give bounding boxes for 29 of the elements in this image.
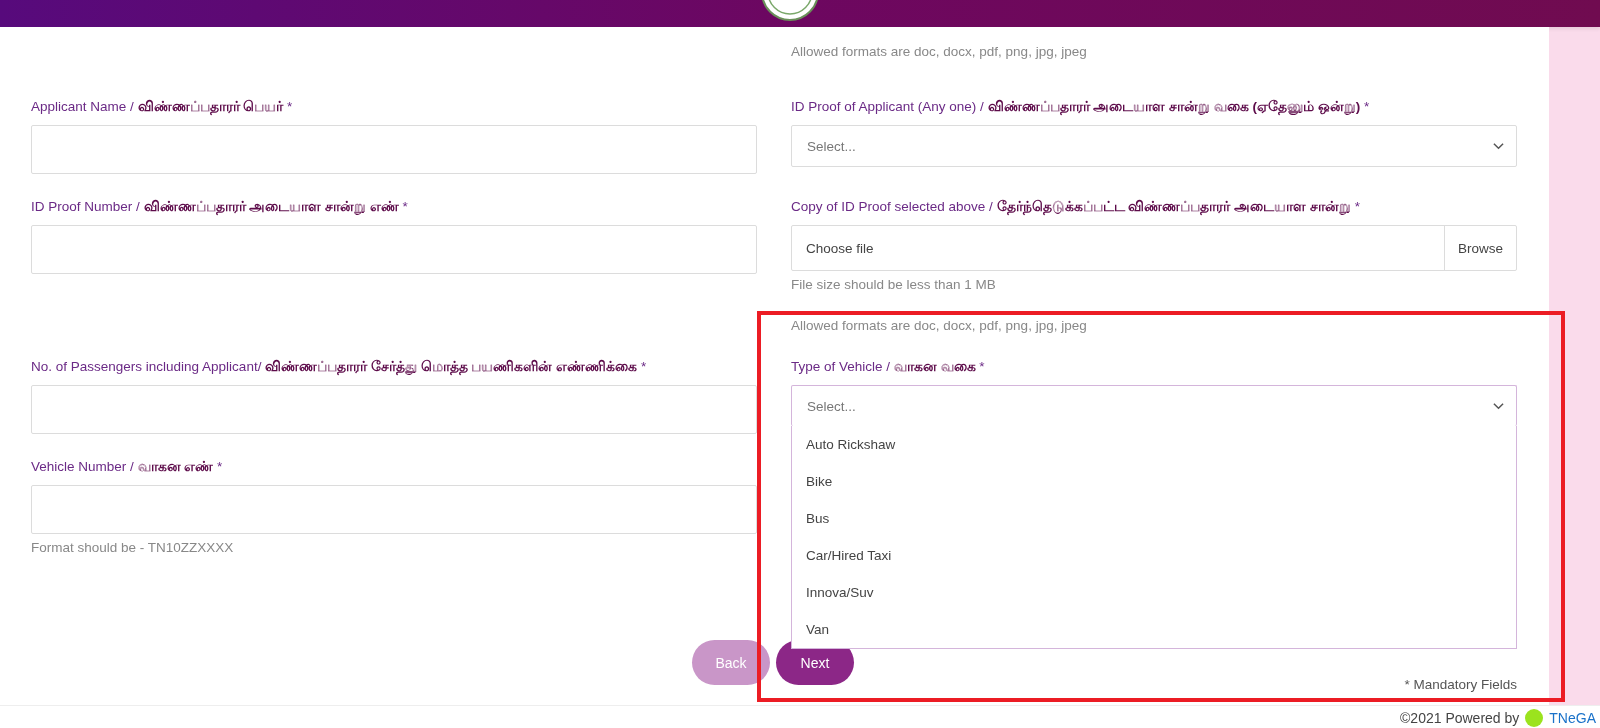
hint-text: Format should be - TN10ZZXXXX <box>31 540 235 556</box>
dropdown-option[interactable]: Bus <box>792 500 1516 537</box>
select-field[interactable]: Select... <box>791 125 1517 167</box>
format-hint: Allowed formats are doc, docx, pdf, png, jpg, jpeg <box>791 44 1088 60</box>
dropdown-option[interactable]: Car/Hired Taxi <box>792 537 1516 574</box>
copyright-text: ©2021 Powered by <box>1400 709 1520 726</box>
dropdown-option[interactable]: Innova/Suv <box>792 574 1516 611</box>
emblem-icon <box>760 0 820 22</box>
hint-text: File size should be less than 1 MB <box>791 277 997 293</box>
field-label: Vehicle Number / வாகன எண்* <box>31 458 224 476</box>
field-label: Applicant Name / விண்ணப்பதாரர் பெயர்* <box>31 98 294 117</box>
text-field[interactable] <box>31 385 757 434</box>
field-label: Copy of ID Proof selected above / தேர்ந்தெடுக்கப்பட்ட விண்ணப்பதாரர் அடையாள சான்று* <box>791 198 1361 217</box>
field-label: ID Proof of Applicant (Any one) / விண்ணப்பதாரர் அடையாள சான்று வகை (ஏதேனும் ஒன்று)* <box>791 98 1371 117</box>
mandatory-note: * Mandatory Fields <box>1404 677 1517 692</box>
dropdown-option[interactable]: Bike <box>792 463 1516 500</box>
field-label: ID Proof Number / விண்ணப்பதாரர் அடையாள சான்று எண்* <box>31 198 409 217</box>
field-label: Type of Vehicle / வாகன வகை* <box>791 358 986 376</box>
field-label: No. of Passengers including Applicant/ விண்ணப்பதாரர் சேர்த்து மொத்த பயணிகளின் எண்ணிக்கை* <box>31 358 648 377</box>
dropdown-option[interactable]: Auto Rickshaw <box>792 426 1516 463</box>
text-field[interactable] <box>31 225 757 274</box>
browse-button[interactable]: Browse <box>1444 226 1516 270</box>
chevron-down-icon <box>1493 402 1504 410</box>
text-field[interactable] <box>31 485 757 534</box>
brand-link[interactable]: TNeGA <box>1549 709 1596 726</box>
hint-text: Allowed formats are doc, docx, pdf, png, jpg, jpeg <box>791 318 1088 334</box>
chevron-down-icon <box>1493 142 1504 150</box>
file-field[interactable]: Choose file Browse <box>791 225 1517 271</box>
text-field[interactable] <box>31 125 757 174</box>
